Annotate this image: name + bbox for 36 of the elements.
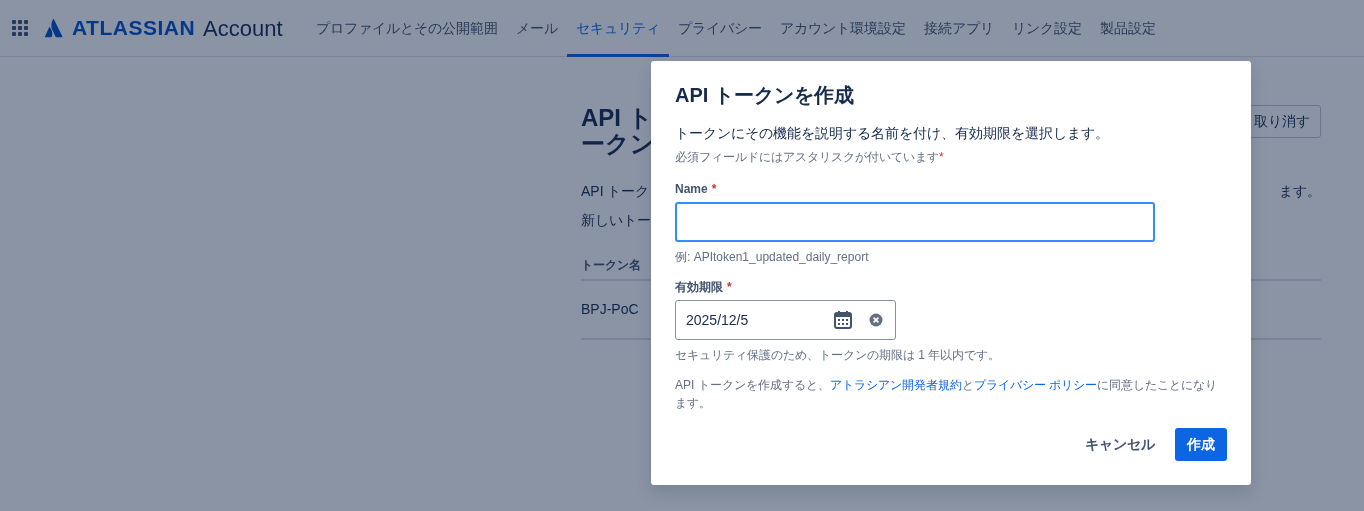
- column-header: トークン名: [581, 258, 641, 272]
- nav-tab[interactable]: プロファイルとその公開範囲: [306, 0, 507, 57]
- logo-product-text: Account: [203, 14, 283, 43]
- helper-text: セキュリティ保護のため、トークンの期限は 1 年以内です。: [675, 347, 1002, 364]
- required-note: 必須フィールドにはアスタリスクが付いています*: [675, 149, 945, 166]
- cancel-button[interactable]: キャンセル: [1073, 428, 1167, 461]
- logo-brand-text: ATLASSIAN: [72, 15, 196, 42]
- field-label: Name *: [675, 181, 718, 198]
- nav-tab[interactable]: 製品設定: [1090, 0, 1165, 57]
- input-field[interactable]: [675, 202, 1155, 242]
- nav-tab[interactable]: セキュリティ: [566, 0, 669, 57]
- nav-tab[interactable]: リンク設定: [1002, 0, 1091, 57]
- nav-tab[interactable]: アカウント環境設定: [770, 0, 915, 57]
- description-text: 新しいトー: [581, 211, 651, 230]
- dialog-title: API トークンを作成: [675, 83, 855, 107]
- calendar-icon[interactable]: [833, 310, 853, 330]
- page-heading: API ト: [581, 105, 654, 131]
- terms-link[interactable]: プライバシー ポリシー: [973, 378, 1098, 392]
- logo-icon: [44, 18, 64, 38]
- nav-tab[interactable]: プライバシー: [668, 0, 771, 57]
- dialog-description: トークンにその機能を説明する名前を付け、有効期限を選択します。: [675, 124, 1110, 143]
- table-cell: BPJ-PoC: [581, 301, 639, 317]
- terms-link[interactable]: アトラシアン開発者規約: [829, 378, 962, 392]
- apps-menu-icon[interactable]: [12, 20, 28, 36]
- date-picker[interactable]: 2025/12/5: [675, 300, 896, 340]
- page-heading: ークン: [581, 131, 655, 157]
- create-button[interactable]: 作成: [1175, 428, 1227, 461]
- field-label: 有効期限 *: [675, 279, 733, 296]
- terms-text: API トークンを作成すると、アトラシアン開発者規約 と プライバシー ポリシーに同意したことになります。: [675, 377, 1219, 412]
- nav-tab[interactable]: 接続アプリ: [914, 0, 1003, 57]
- nav-tab[interactable]: メール: [506, 0, 567, 57]
- intro-text: API トーク: [581, 182, 650, 201]
- date-input[interactable]: 2025/12/5: [684, 308, 833, 332]
- clear-icon[interactable]: [869, 313, 883, 327]
- intro-text: ます。: [1279, 182, 1321, 201]
- helper-text: 例: APItoken1_updated_daily_report: [675, 249, 870, 266]
